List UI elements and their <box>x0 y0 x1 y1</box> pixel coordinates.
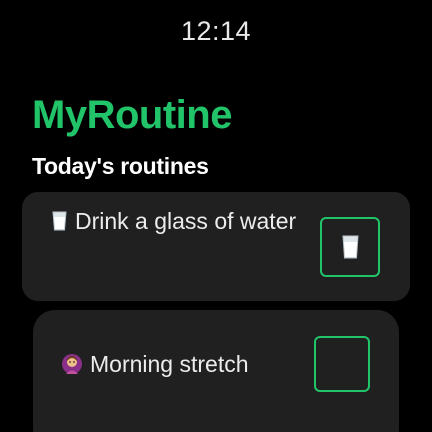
clock-time: 12:14 <box>180 16 252 46</box>
routine-text: Morning stretch <box>61 344 321 384</box>
watch-screen: 12:14 MyRoutine Today's routines Drink a… <box>0 0 432 432</box>
person-stretching-icon <box>61 347 83 374</box>
glass-of-water-icon <box>52 203 67 231</box>
routine-card-drink-water[interactable]: Drink a glass of water <box>22 192 410 301</box>
routine-checkbox[interactable] <box>320 217 380 277</box>
routine-text: Drink a glass of water <box>52 201 302 241</box>
section-title: Today's routines <box>32 153 209 179</box>
app-title: MyRoutine <box>32 93 232 137</box>
routine-checkbox[interactable] <box>314 336 370 392</box>
routine-card-morning-stretch[interactable]: Morning stretch <box>33 310 399 432</box>
routine-label: Drink a glass of water <box>75 208 297 234</box>
glass-of-water-icon <box>342 235 359 259</box>
routine-label: Morning stretch <box>90 351 249 377</box>
